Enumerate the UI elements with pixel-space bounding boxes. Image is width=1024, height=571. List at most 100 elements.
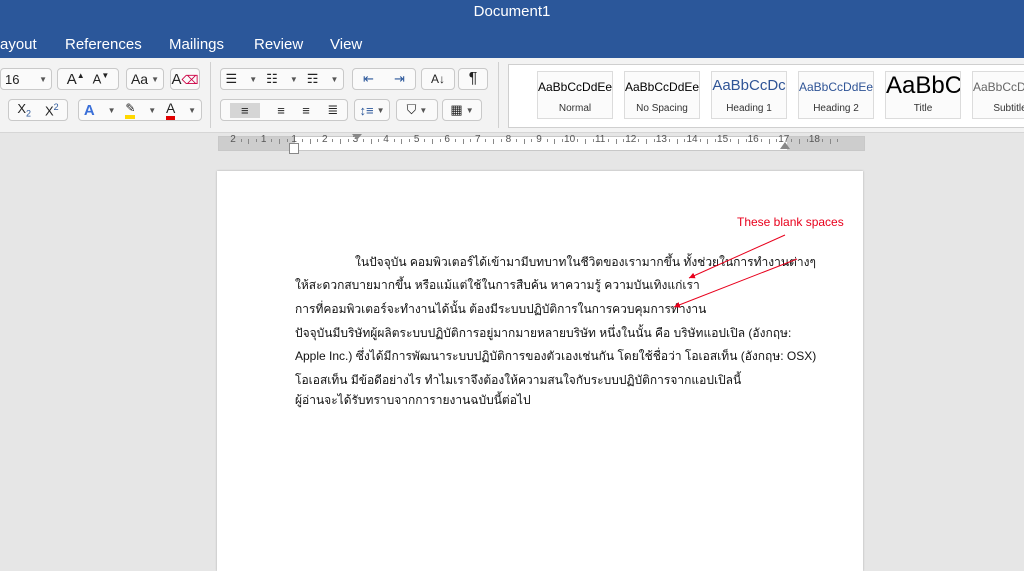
style-name: Title [913, 103, 933, 114]
ruler-tick [653, 139, 655, 142]
tab-mailings[interactable]: Mailings [169, 36, 224, 53]
ruler-tick [737, 139, 739, 144]
left-indent-marker[interactable] [289, 143, 299, 154]
tab-review[interactable]: Review [254, 36, 303, 53]
line-spacing-button[interactable]: ↕≡ ▼ [354, 99, 390, 121]
ruler-tick [791, 139, 793, 142]
ruler-number: 15 [717, 134, 729, 145]
ruler-tick [829, 139, 831, 144]
multilevel-list-icon[interactable]: ☶ [307, 71, 319, 87]
decrease-indent-icon[interactable]: ⇤ [363, 71, 374, 87]
ruler-tick [401, 139, 403, 144]
ruler-tick [255, 139, 257, 142]
ruler-tick [760, 139, 762, 142]
ruler-tick [776, 139, 778, 142]
ruler-tick [554, 139, 556, 144]
align-left-icon[interactable]: ≡ [229, 102, 260, 118]
annotation-arrows [673, 234, 798, 308]
ruler-tick [523, 139, 525, 144]
align-right-icon[interactable]: ≡ [302, 103, 310, 118]
bullets-icon[interactable]: ☰ [226, 71, 238, 87]
change-case-button[interactable]: Aa ▼ [126, 68, 164, 90]
right-indent-marker[interactable] [780, 142, 790, 149]
style-title[interactable]: AaBbC Title [885, 71, 961, 119]
ruler-tick [454, 139, 456, 142]
ruler-tick [332, 139, 334, 142]
ruler-number: 9 [536, 134, 542, 145]
highlight-icon[interactable]: ✎ [125, 101, 136, 119]
sort-icon: A↓ [430, 72, 445, 86]
ruler-tick [768, 139, 770, 144]
ruler-tick [730, 139, 732, 142]
ruler-tick [462, 139, 464, 144]
document-title: Document1 [473, 3, 551, 20]
ruler-tick [431, 139, 433, 144]
justify-icon[interactable]: ≣ [327, 102, 338, 118]
line-spacing-icon: ↕≡ [359, 102, 374, 118]
align-center-icon[interactable]: ≡ [277, 103, 285, 118]
grow-font-icon[interactable]: A▲ [67, 71, 85, 88]
ruler-tick [607, 139, 609, 142]
ruler-tick [378, 139, 380, 142]
ribbon-separator [210, 62, 211, 128]
list-group: ☰ ▼ ☷ ▼ ☶ ▼ [220, 68, 344, 90]
ruler-tick [546, 139, 548, 142]
ruler-tick [470, 139, 472, 142]
clear-formatting-button[interactable]: A⌫ [170, 68, 200, 90]
style-heading-2[interactable]: AaBbCcDdEe Heading 2 [798, 71, 874, 119]
ruler-number: 5 [413, 134, 420, 145]
indent-group: ⇤ ⇥ [352, 68, 416, 90]
ruler-tick [806, 139, 808, 142]
ruler-tick [370, 139, 372, 144]
shading-button[interactable]: ⛉ ▼ [396, 99, 438, 121]
superscript-icon[interactable]: X2 [45, 102, 59, 118]
style-subtitle[interactable]: AaBbCcDdEe Subtitle [972, 71, 1024, 119]
shading-icon: ⛉ [406, 102, 417, 117]
change-case-icon: Aa [130, 71, 149, 87]
style-name: Normal [558, 103, 592, 114]
first-line-indent-marker[interactable] [352, 134, 362, 140]
style-name: Heading 2 [813, 103, 859, 114]
ruler-tick [485, 139, 487, 142]
borders-button[interactable]: ▦ ▼ [442, 99, 482, 121]
increase-indent-icon[interactable]: ⇥ [394, 71, 405, 87]
style-name: Subtitle [993, 103, 1024, 114]
show-formatting-button[interactable]: ¶ [458, 68, 488, 90]
ruler-tick [393, 139, 395, 142]
styles-gallery: AaBbCcDdEe Normal AaBbCcDdEe No Spacing … [508, 64, 1024, 128]
ruler-number: 1 [260, 134, 267, 145]
title-bar: Document1 ayout References Mailings Revi… [0, 0, 1024, 58]
font-size-select[interactable]: 16 ▼ [0, 68, 52, 90]
style-preview: AaBbCcDc [712, 77, 786, 94]
ruler-tick [577, 139, 579, 142]
shrink-font-icon[interactable]: A▼ [93, 71, 110, 86]
text-effects-icon[interactable]: A [84, 102, 95, 119]
sort-button[interactable]: A↓ [421, 68, 455, 90]
ruler-tick [699, 139, 701, 142]
ribbon-separator [498, 62, 499, 128]
ruler-tick [707, 139, 709, 144]
document-page[interactable]: ในปัจจุบัน คอมพิวเตอร์ได้เข้ามามีบทบาทใน… [217, 171, 863, 571]
style-no-spacing[interactable]: AaBbCcDdEe No Spacing [624, 71, 700, 119]
style-normal[interactable]: AaBbCcDdEe Normal [537, 71, 613, 119]
font-color-icon[interactable]: A [165, 100, 176, 120]
ruler-number: 14 [686, 134, 698, 145]
style-preview: AaBbC [886, 72, 961, 99]
ruler-tick [340, 139, 342, 144]
tab-layout[interactable]: ayout [0, 36, 37, 53]
style-heading-1[interactable]: AaBbCcDc Heading 1 [711, 71, 787, 119]
ruler-tick [745, 139, 747, 142]
pilcrow-icon: ¶ [468, 70, 478, 87]
ruler-tick [669, 139, 671, 142]
ruler-tick [676, 139, 678, 144]
script-group: X2 X2 [8, 99, 68, 121]
ruler-tick [684, 139, 686, 142]
ruler: 2 1 1 2 3 4 5 6 7 8 9 10 11 12 13 14 15 16 17 18 [0, 133, 1024, 155]
ruler-tick [500, 139, 502, 142]
tab-references[interactable]: References [65, 36, 142, 53]
numbering-icon[interactable]: ☷ [266, 71, 278, 87]
subscript-icon[interactable]: X2 [17, 101, 31, 119]
tab-view[interactable]: View [330, 36, 362, 53]
ruler-number: 13 [655, 134, 667, 145]
alignment-group: ≡ ≡ ≡ ≣ [220, 99, 348, 121]
